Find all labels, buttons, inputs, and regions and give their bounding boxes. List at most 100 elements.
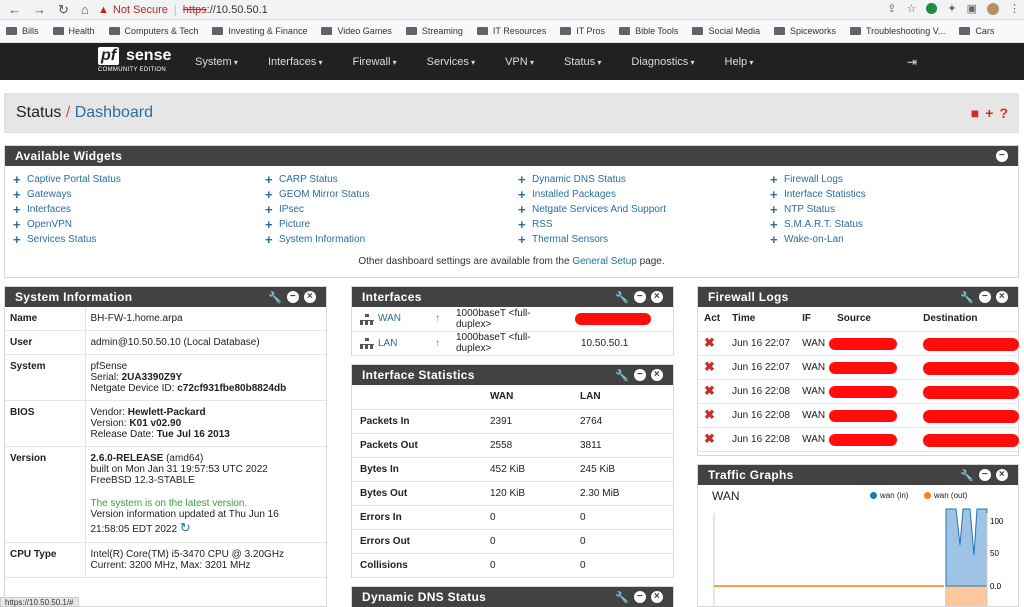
widget-item[interactable]: + Netgate Services And Support [518, 202, 666, 217]
bookmark-item[interactable]: IT Resources [476, 26, 546, 36]
crumb-status[interactable]: Status [16, 104, 61, 121]
star-icon[interactable]: ☆ [907, 2, 917, 15]
widget-item[interactable]: + System Information [265, 232, 370, 247]
help-icon[interactable]: ? [999, 105, 1008, 121]
collapse-icon[interactable]: − [634, 369, 646, 381]
widget-item[interactable]: + CARP Status [265, 172, 370, 187]
menu-item-interfaces[interactable]: Interfaces [268, 56, 323, 68]
stat-wan: 0 [482, 529, 572, 554]
menu-item-services[interactable]: Services [427, 56, 475, 68]
wrench-icon[interactable]: 🔧 [615, 291, 629, 304]
menu-item-status[interactable]: Status [564, 56, 601, 68]
bookmark-item[interactable]: Bills [6, 26, 39, 36]
avatar[interactable] [987, 2, 999, 15]
widget-item[interactable]: + Thermal Sensors [518, 232, 666, 247]
block-icon[interactable]: ✖ [704, 335, 715, 350]
bookmark-item[interactable]: Streaming [405, 26, 463, 36]
widget-item[interactable]: + Captive Portal Status [13, 172, 121, 187]
collapse-icon[interactable]: − [634, 591, 646, 603]
widget-label: NTP Status [784, 204, 835, 215]
wrench-icon[interactable]: 🔧 [615, 369, 629, 382]
table-header: WAN LAN [352, 385, 673, 410]
iface-link[interactable]: WAN [378, 313, 401, 324]
bookmark-item[interactable]: Social Media [692, 26, 760, 36]
block-icon[interactable]: ✖ [704, 359, 715, 374]
menu-item-help[interactable]: Help [725, 56, 754, 68]
forward-icon[interactable]: → [33, 2, 46, 18]
block-icon[interactable]: ✖ [704, 383, 715, 398]
general-setup-link[interactable]: General Setup [572, 256, 637, 267]
bookmark-item[interactable]: Spiceworks [773, 26, 836, 36]
widget-item[interactable]: + Interfaces [13, 202, 121, 217]
bookmark-item[interactable]: IT Pros [560, 26, 605, 36]
bookmark-item[interactable]: Bible Tools [619, 26, 678, 36]
widget-item[interactable]: + Picture [265, 217, 370, 232]
collapse-icon[interactable]: − [634, 291, 646, 303]
widget-item[interactable]: + S.M.A.R.T. Status [770, 217, 866, 232]
action-cell: ✖ [698, 427, 727, 452]
collapse-icon[interactable]: − [996, 150, 1008, 162]
close-icon[interactable]: × [304, 291, 316, 303]
widget-item[interactable]: + OpenVPN [13, 217, 121, 232]
extensions-icon[interactable]: ✦ [947, 2, 956, 15]
widget-item[interactable]: + Gateways [13, 187, 121, 202]
menu-item-firewall[interactable]: Firewall [353, 56, 397, 68]
bios-date: Release Date: Tue Jul 16 2013 [91, 429, 322, 440]
widget-item[interactable]: + Interface Statistics [770, 187, 866, 202]
bookmark-item[interactable]: Video Games [321, 26, 392, 36]
block-icon[interactable]: ✖ [704, 407, 715, 422]
add-icon[interactable]: + [985, 105, 993, 121]
widget-item[interactable]: + Services Status [13, 232, 121, 247]
log-time: Jun 16 22:07 [726, 355, 797, 380]
check-icon[interactable] [926, 3, 938, 14]
wrench-icon[interactable]: 🔧 [960, 469, 974, 482]
bookmark-item[interactable]: Cars [959, 26, 994, 36]
menu-item-system[interactable]: System [195, 56, 238, 68]
widget-item[interactable]: + Wake-on-Lan [770, 232, 866, 247]
sidebar-icon[interactable]: ▣ [967, 2, 977, 15]
widget-item[interactable]: + Installed Packages [518, 187, 666, 202]
wrench-icon[interactable]: 🔧 [615, 591, 629, 604]
address-bar[interactable]: ▲ Not Secure | https://10.50.50.1 [98, 2, 894, 18]
close-icon[interactable]: × [651, 591, 663, 603]
bookmark-item[interactable]: Computers & Tech [108, 26, 198, 36]
pfsense-logo[interactable]: pf sense COMMUNITY EDITION [98, 47, 176, 77]
share-icon[interactable]: ⇪ [887, 2, 896, 15]
up-arrow-icon: ↑ [435, 313, 440, 325]
logout-icon[interactable]: ⇥ [907, 55, 917, 69]
widget-item[interactable]: + Firewall Logs [770, 172, 866, 187]
close-icon[interactable]: × [996, 469, 1008, 481]
home-icon[interactable]: ⌂ [81, 2, 89, 18]
log-time: Jun 16 22:08 [726, 427, 797, 452]
log-interface: WAN [796, 403, 832, 428]
collapse-icon[interactable]: − [979, 469, 991, 481]
collapse-icon[interactable]: − [287, 291, 299, 303]
save-icon[interactable]: ■ [971, 105, 979, 121]
widget-item[interactable]: + IPsec [265, 202, 370, 217]
back-icon[interactable]: ← [8, 2, 21, 18]
collapse-icon[interactable]: − [979, 291, 991, 303]
close-icon[interactable]: × [996, 291, 1008, 303]
block-icon[interactable]: ✖ [704, 431, 715, 446]
refresh-icon[interactable]: ↻ [180, 520, 191, 535]
close-icon[interactable]: × [651, 291, 663, 303]
menu-icon[interactable]: ⋮ [1009, 2, 1020, 15]
reload-icon[interactable]: ↻ [58, 2, 69, 18]
bookmark-item[interactable]: Health [52, 26, 95, 36]
crumb-dashboard[interactable]: Dashboard [75, 104, 153, 121]
widget-item[interactable]: + NTP Status [770, 202, 866, 217]
widget-item[interactable]: + GEOM Mirror Status [265, 187, 370, 202]
bookmark-item[interactable]: Investing & Finance [212, 26, 307, 36]
widget-item[interactable]: + RSS [518, 217, 666, 232]
header-cell: WAN [482, 385, 572, 410]
close-icon[interactable]: × [651, 369, 663, 381]
menu-item-diagnostics[interactable]: Diagnostics [631, 56, 694, 68]
iface-link[interactable]: LAN [378, 338, 397, 349]
wrench-icon[interactable]: 🔧 [268, 291, 282, 304]
panel-title: Dynamic DNS Status [362, 590, 487, 604]
wrench-icon[interactable]: 🔧 [960, 291, 974, 304]
menu-item-vpn[interactable]: VPN [505, 56, 534, 68]
bookmark-item[interactable]: Troubleshooting V... [849, 26, 945, 36]
redaction [829, 361, 898, 374]
widget-item[interactable]: + Dynamic DNS Status [518, 172, 666, 187]
